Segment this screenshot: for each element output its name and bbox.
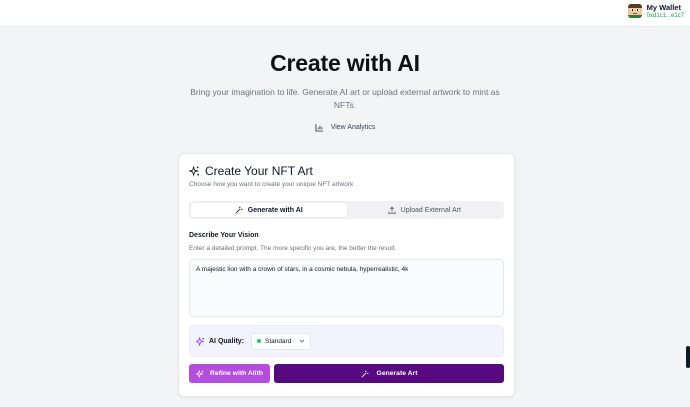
sparkles-icon <box>196 369 204 378</box>
mode-tabs: Generate with AI Upload External Art <box>189 201 504 219</box>
wallet-button[interactable]: My Wallet 0xd1c1...e1c7 <box>627 3 684 19</box>
card-header: Create Your NFT Art <box>189 164 313 178</box>
view-analytics-link[interactable]: View Analytics <box>0 123 690 132</box>
page-title: Create with AI <box>270 50 420 76</box>
scrollbar-thumb[interactable] <box>686 346 690 368</box>
generate-label: Generate Art <box>376 370 418 377</box>
wallet-name: My Wallet <box>646 3 681 12</box>
refine-label: Refine with Alith <box>210 370 263 377</box>
sparkles-icon <box>189 165 200 177</box>
card-title: Create Your NFT Art <box>205 164 313 178</box>
tab-generate-with-ai[interactable]: Generate with AI <box>191 203 347 217</box>
ai-quality-value: Standard <box>265 337 292 345</box>
prompt-label: Describe Your Vision <box>189 232 259 239</box>
status-dot <box>257 339 262 343</box>
page-subtitle: Bring your imagination to life. Generate… <box>190 87 500 110</box>
refine-with-alith-button[interactable]: Refine with Alith <box>189 364 270 383</box>
avatar <box>627 4 642 19</box>
ai-quality-select[interactable]: Standard <box>251 332 312 350</box>
tab-upload-external-art[interactable]: Upload External Art <box>347 203 503 217</box>
top-bar: My Wallet 0xd1c1...e1c7 <box>0 0 690 27</box>
bar-chart-icon <box>315 123 324 132</box>
chevron-down-icon <box>299 338 305 344</box>
wallet-address: 0xd1c1...e1c7 <box>646 12 684 19</box>
tab-upload-label: Upload External Art <box>400 206 461 214</box>
tab-generate-label: Generate with AI <box>247 206 303 214</box>
ai-quality-label: AI Quality: <box>209 337 245 345</box>
upload-icon <box>387 206 396 214</box>
magic-wand-icon <box>361 370 369 378</box>
magic-wand-icon <box>235 206 243 214</box>
create-nft-card: Create Your NFT Art Choose how you want … <box>178 153 515 397</box>
prompt-textarea[interactable]: A majestic lion with a crown of stars, i… <box>189 259 504 317</box>
prompt-help-text: Enter a detailed prompt. The more specif… <box>189 245 397 252</box>
view-analytics-label: View Analytics <box>330 124 376 131</box>
sparkle-icon <box>196 336 205 346</box>
ai-quality-panel: AI Quality: Standard <box>189 325 504 357</box>
card-subtitle: Choose how you want to create your uniqu… <box>189 181 354 188</box>
generate-art-button[interactable]: Generate Art <box>274 364 504 383</box>
